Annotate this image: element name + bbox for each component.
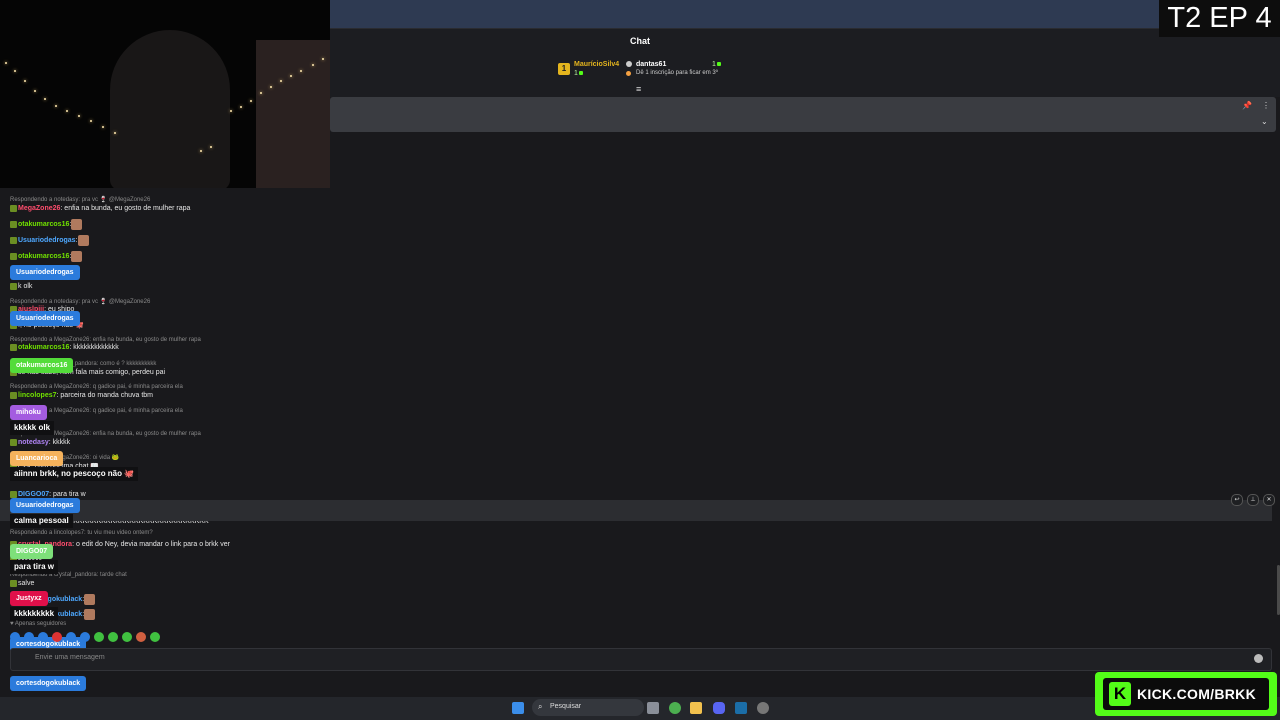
chat-title: Chat: [630, 36, 650, 46]
task-view-icon[interactable]: [647, 702, 659, 714]
pin-message-icon[interactable]: ⊥: [1247, 494, 1259, 506]
taskbar-search[interactable]: ⌕ Pesquisar: [532, 699, 644, 716]
overlay-username: Usuariodedrogas: [10, 311, 80, 326]
emote-icon[interactable]: [122, 632, 132, 642]
overlay-username: Luancarioca: [10, 451, 64, 466]
overlay-message: kkkkkkkkk: [10, 607, 59, 621]
more-options-icon[interactable]: ⋮: [1262, 101, 1270, 110]
file-explorer-icon[interactable]: [690, 702, 702, 714]
overlay-message: kkkkk olk: [10, 421, 55, 435]
app-icon[interactable]: [757, 702, 769, 714]
leaderboard-note: Dê 1 inscrição para ficar em 3º: [636, 70, 718, 76]
overlay-message: calma pessoal: [10, 514, 73, 528]
pinned-message-bar[interactable]: 📌 ⋮ ⌄: [330, 97, 1276, 132]
emote-icon[interactable]: [108, 632, 118, 642]
emote-icon[interactable]: [94, 632, 104, 642]
emote-icon[interactable]: [24, 632, 34, 642]
windows-taskbar: ⌕ Pesquisar: [0, 697, 1280, 720]
episode-label: T2 EP 4: [1159, 0, 1280, 37]
overlay-username: Usuariodedrogas: [10, 498, 80, 513]
chat-header: Chat 1 MaurícioSilv4 1 1 dantas61 Dê 1 i…: [330, 28, 1280, 97]
message-input[interactable]: Envie uma mensagem: [35, 654, 105, 661]
overlay-username: mihoku: [10, 405, 47, 420]
emote-icon[interactable]: [10, 632, 20, 642]
emote-icon[interactable]: [38, 632, 48, 642]
gift-icon: [626, 71, 631, 76]
pin-icon[interactable]: 📌: [1242, 101, 1252, 110]
overlay-username: Usuariodedrogas: [10, 265, 80, 280]
emoji-picker-icon[interactable]: [1254, 654, 1263, 663]
expand-leaderboard-icon[interactable]: ≡: [636, 84, 641, 94]
overlay-username: otakumarcos16: [10, 358, 74, 373]
overlay-username: DIGGO07: [10, 544, 54, 559]
followers-only-label: ♥ Apenas seguidores: [10, 621, 67, 627]
emote-icon[interactable]: [52, 632, 62, 642]
chrome-icon[interactable]: [669, 702, 681, 714]
leaderboard-name-2[interactable]: dantas61: [636, 61, 666, 68]
leaderboard-name-1[interactable]: MaurícioSilv4: [574, 61, 619, 68]
overlay-username: Justyxz: [10, 591, 48, 606]
delete-icon[interactable]: ✕: [1263, 494, 1275, 506]
stream-top-bar: [330, 0, 1280, 28]
emote-icon[interactable]: [66, 632, 76, 642]
reply-icon[interactable]: ↩: [1231, 494, 1243, 506]
overlay-message: para tira w: [10, 560, 59, 574]
search-icon: ⌕: [538, 702, 543, 711]
emote-icon[interactable]: [150, 632, 160, 642]
discord-icon[interactable]: [713, 702, 725, 714]
overlay-username: cortesdogokublack: [10, 676, 87, 691]
chevron-down-icon[interactable]: ⌄: [1261, 117, 1268, 126]
kick-url: KICK.COM/BRKK: [1137, 686, 1257, 702]
search-label: Pesquisar: [550, 703, 582, 710]
message-composer[interactable]: Envie uma mensagem: [10, 648, 1272, 671]
silver-medal-icon: [626, 61, 632, 67]
leaderboard-rank-badge: 1: [558, 63, 570, 75]
kick-logo-icon: K: [1109, 682, 1131, 706]
kick-promo-badge: K KICK.COM/BRKK: [1095, 672, 1277, 716]
start-icon[interactable]: [512, 702, 524, 714]
emote-icon[interactable]: [80, 632, 90, 642]
emote-icon[interactable]: [136, 632, 146, 642]
leaderboard-count-1: 1: [574, 70, 583, 77]
leaderboard-count-1-side: 1: [712, 61, 721, 68]
overlay-message: aiinnn brkk, no pescoço não 🐙: [10, 467, 139, 481]
steam-icon[interactable]: [735, 702, 747, 714]
stream-chat-overlay: Usuariodedrogas Usuariodedrogas otakumarco…: [0, 0, 330, 720]
